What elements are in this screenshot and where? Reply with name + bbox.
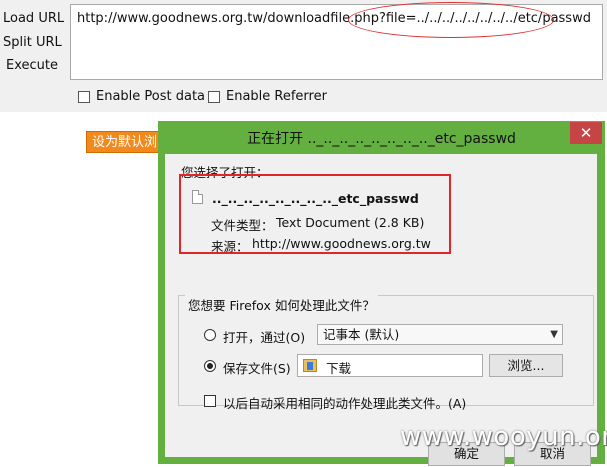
application-select[interactable]: 记事本 (默认) ▼ (317, 324, 563, 345)
dialog-title: 正在打开 .._.._.._.._.._.._.._.._etc_passwd (247, 131, 516, 147)
save-file-radio[interactable] (204, 360, 216, 372)
highlight-ellipse (348, 2, 554, 38)
dialog-titlebar: 正在打开 .._.._.._.._.._.._.._.._etc_passwd … (158, 121, 605, 154)
execute-button[interactable]: Execute (6, 58, 58, 73)
hackbar-panel: Load URL Split URL Execute http://www.go… (0, 0, 607, 112)
open-file-dialog: 正在打开 .._.._.._.._.._.._.._.._etc_passwd … (158, 121, 605, 466)
browse-button[interactable]: 浏览... (489, 354, 563, 377)
enable-referrer-label: Enable Referrer (226, 89, 327, 104)
file-name: .._.._.._.._.._.._.._.._etc_passwd (212, 191, 419, 206)
hackbar-menu: Load URL Split URL Execute (0, 0, 68, 112)
load-url-button[interactable]: Load URL (3, 11, 64, 26)
set-default-browser-button[interactable]: 设为默认浏览 (86, 131, 166, 153)
enable-post-label: Enable Post data (96, 89, 206, 104)
download-folder-field[interactable]: 下载 (297, 354, 483, 377)
folder-icon (303, 359, 317, 372)
open-with-label[interactable]: 打开，通过(O) (223, 327, 305, 346)
checkbox-box[interactable] (208, 90, 220, 103)
remember-choice-checkbox[interactable] (204, 395, 216, 407)
remember-choice-label[interactable]: 以后自动采用相同的动作处理此类文件。(A) (223, 393, 466, 412)
source-value: http://www.goodnews.org.tw (252, 236, 431, 251)
source-label: 来源： (211, 239, 249, 254)
chevron-down-icon: ▼ (550, 329, 558, 340)
close-button[interactable]: ✕ (570, 122, 602, 144)
action-question: 您想要 Firefox 如何处理此文件？ (185, 295, 378, 314)
dialog-body: 您选择了打开： .._.._.._.._.._.._.._.._etc_pass… (165, 154, 597, 466)
text-file-icon (192, 190, 203, 204)
wooyun-watermark: www.wooyun.org (400, 422, 607, 452)
save-file-label[interactable]: 保存文件(S) (223, 358, 291, 377)
application-select-value: 记事本 (默认) (323, 327, 400, 342)
open-with-radio[interactable] (204, 329, 216, 341)
enable-referrer-checkbox[interactable]: Enable Referrer (208, 89, 327, 104)
download-folder-name: 下载 (326, 361, 352, 376)
split-url-button[interactable]: Split URL (3, 35, 62, 50)
enable-post-checkbox[interactable]: Enable Post data (78, 89, 205, 104)
file-type-value: Text Document (2.8 KB) (276, 215, 425, 230)
file-type-label: 文件类型： (211, 218, 274, 233)
checkbox-box[interactable] (78, 90, 90, 103)
